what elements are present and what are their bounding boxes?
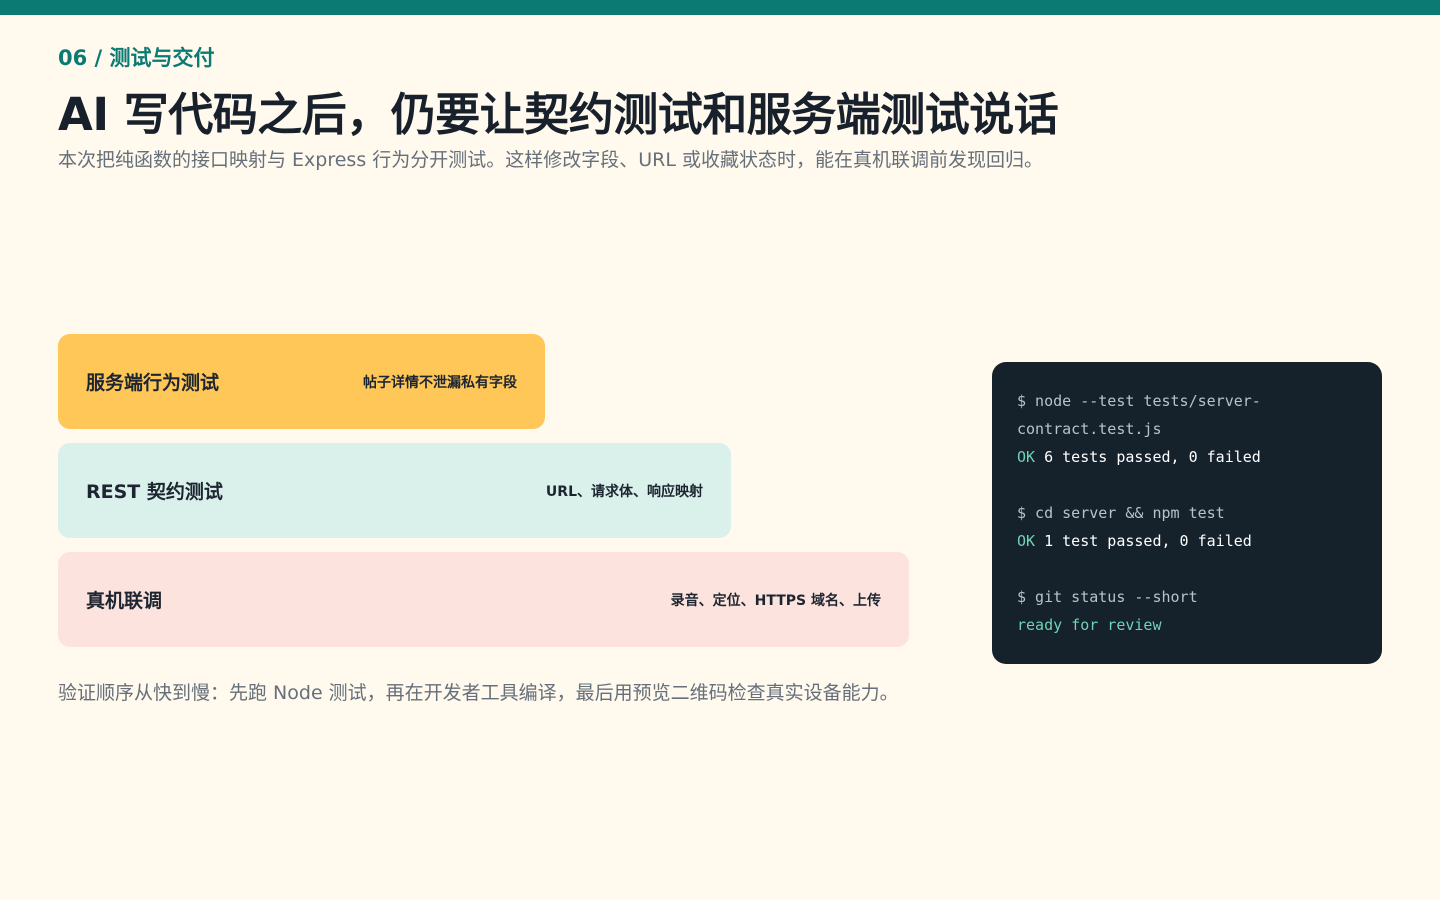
ok-status: OK (1017, 448, 1036, 466)
result-text: 6 tests passed, 0 failed (1035, 448, 1261, 466)
page-subtitle: 本次把纯函数的接口映射与 Express 行为分开测试。这样修改字段、URL 或… (58, 149, 1044, 171)
terminal-command: $ git status --short (1017, 588, 1198, 606)
layer-label: 服务端行为测试 (86, 372, 220, 394)
terminal-result: OK 1 test passed, 0 failed (1017, 527, 1357, 555)
layer-note: 帖子详情不泄漏私有字段 (363, 374, 517, 391)
layer-label: REST 契约测试 (86, 481, 223, 503)
ok-status: OK (1017, 532, 1036, 550)
terminal-result: OK 6 tests passed, 0 failed (1017, 443, 1357, 471)
terminal-result: ready for review (1017, 616, 1162, 634)
result-text: 1 test passed, 0 failed (1035, 532, 1252, 550)
terminal-command: $ cd server && npm test (1017, 504, 1225, 522)
page-title: AI 写代码之后，仍要让契约测试和服务端测试说话 (58, 88, 1059, 141)
layer-label: 真机联调 (86, 590, 163, 612)
terminal-command-continued: contract.test.js (1017, 420, 1162, 438)
terminal-panel: $ node --test tests/server- contract.tes… (992, 362, 1382, 664)
layer-device-integration: 真机联调 录音、定位、HTTPS 域名、上传 (58, 552, 909, 647)
terminal-command: $ node --test tests/server- (1017, 392, 1261, 410)
layer-note: 录音、定位、HTTPS 域名、上传 (670, 592, 881, 609)
section-kicker: 06 / 测试与交付 (58, 46, 215, 70)
layer-note: URL、请求体、响应映射 (545, 483, 703, 500)
layer-server-behavior-test: 服务端行为测试 帖子详情不泄漏私有字段 (58, 334, 545, 429)
top-accent-bar (0, 0, 1440, 15)
layer-rest-contract-test: REST 契约测试 URL、请求体、响应映射 (58, 443, 731, 538)
verification-order-note: 验证顺序从快到慢：先跑 Node 测试，再在开发者工具编译，最后用预览二维码检查… (58, 682, 899, 704)
